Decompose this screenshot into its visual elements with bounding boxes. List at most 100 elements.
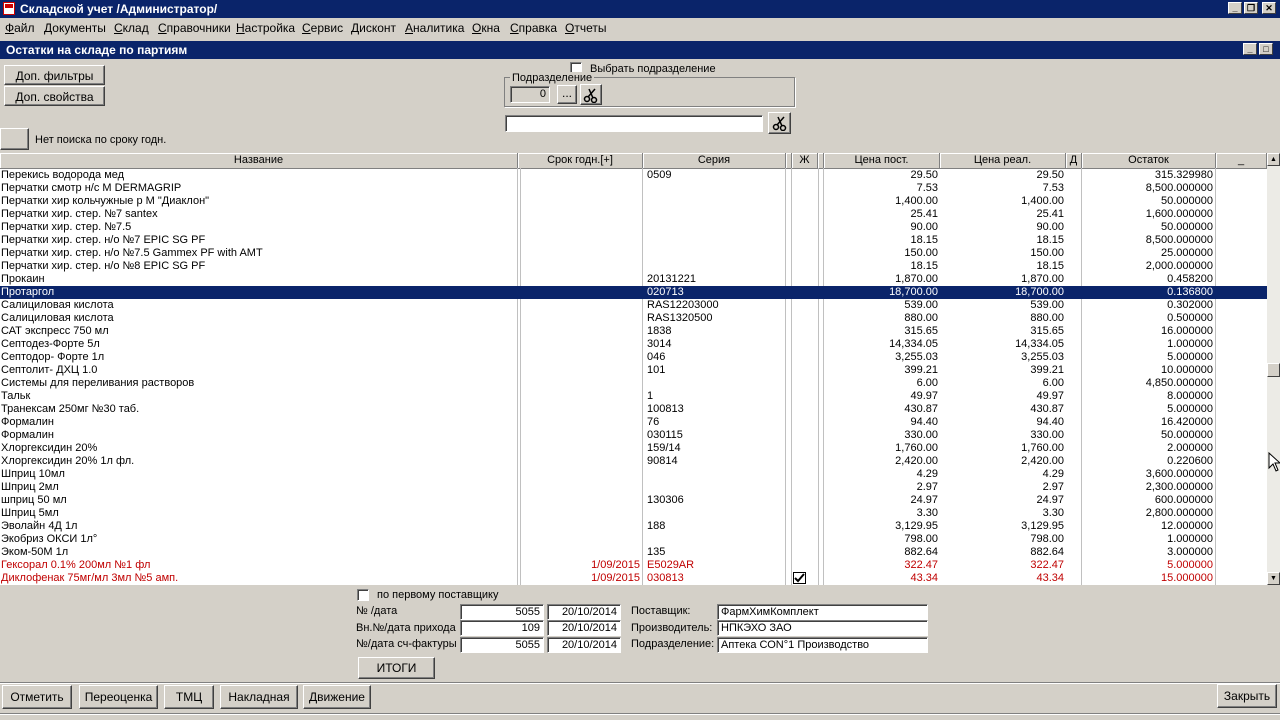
table-row[interactable]: Гексорал 0.1% 200мл №1 фл 1/09/2015 E5029A… bbox=[0, 559, 1267, 572]
scroll-up-arrow-icon[interactable]: ▲ bbox=[1267, 153, 1280, 166]
extra-filters-button[interactable]: Доп. фильтры bbox=[4, 65, 105, 85]
column-header-series[interactable]: Серия bbox=[643, 153, 786, 168]
stock-grid[interactable]: Название Срок годн.[+] Серия Ж Цена пост… bbox=[0, 153, 1267, 585]
menu-help[interactable]: Справка bbox=[510, 21, 557, 35]
table-row[interactable]: Шприц 10мл 4.29 4.29 3,600.000000 bbox=[0, 468, 1267, 481]
close-window-button[interactable]: ✕ bbox=[1262, 2, 1276, 14]
revaluation-button[interactable]: Переоценка bbox=[79, 685, 158, 709]
table-row[interactable]: Септолит- ДХЦ 1.0 101 399.21 399.21 10.00000… bbox=[0, 364, 1267, 377]
inner-number-field[interactable]: 109 bbox=[460, 620, 544, 636]
column-header-zh[interactable]: Ж bbox=[792, 153, 818, 168]
menu-warehouse[interactable]: Склад bbox=[114, 21, 149, 35]
minimize-button[interactable]: _ bbox=[1228, 2, 1242, 14]
cell-series bbox=[647, 221, 783, 234]
search-input[interactable] bbox=[505, 115, 763, 132]
table-row[interactable]: Хлоргексидин 20% 159/14 1,760.00 1,760.00 2.… bbox=[0, 442, 1267, 455]
maximize-button[interactable]: ❐ bbox=[1244, 2, 1258, 14]
cell-name: Перекись водорода мед bbox=[1, 169, 125, 181]
doc-number-field[interactable]: 5055 bbox=[460, 604, 544, 620]
expiry-search-toggle[interactable] bbox=[0, 128, 29, 150]
menu-analytics[interactable]: Аналитика bbox=[405, 21, 464, 35]
table-row[interactable]: Перчатки хир кольчужные р M "Диаклон" 1,4… bbox=[0, 195, 1267, 208]
cell-name: Перчатки смотр н/с M DERMAGRIP bbox=[1, 182, 182, 194]
menu-service[interactable]: Сервис bbox=[302, 21, 343, 35]
menu-documents[interactable]: Документы bbox=[44, 21, 106, 35]
table-row[interactable]: Транексам 250мг №30 таб. 100813 430.87 430.… bbox=[0, 403, 1267, 416]
table-row[interactable]: Формалин 030115 330.00 330.00 50.000000 bbox=[0, 429, 1267, 442]
extra-properties-button[interactable]: Доп. свойства bbox=[4, 86, 105, 106]
maker-field[interactable]: НПКЭХО ЗАО bbox=[717, 620, 928, 636]
table-row[interactable]: Салициловая кислота RAS12203000 539.00 539.… bbox=[0, 299, 1267, 312]
table-row[interactable]: Шприц 2мл 2.97 2.97 2,300.000000 bbox=[0, 481, 1267, 494]
table-row[interactable]: Перчатки хир. стер. н/о №8 EPIC SG PF 18.… bbox=[0, 260, 1267, 273]
cell-rest: 1.000000 bbox=[1167, 533, 1213, 545]
cell-price-in: 4.29 bbox=[916, 468, 938, 480]
cell-series: 20131221 bbox=[647, 273, 696, 285]
division-field[interactable]: Аптека СОN°1 Производство bbox=[717, 637, 928, 653]
column-header-expiry[interactable]: Срок годн.[+] bbox=[518, 153, 643, 168]
table-row[interactable]: Септодез-Форте 5л 3014 14,334.05 14,334.05 1… bbox=[0, 338, 1267, 351]
column-header-price-out[interactable]: Цена реал. bbox=[940, 153, 1066, 168]
cell-rest: 5.000000 bbox=[1167, 559, 1213, 571]
cell-expiry bbox=[521, 546, 640, 559]
table-row[interactable]: Салициловая кислота RAS1320500 880.00 880.0… bbox=[0, 312, 1267, 325]
division-code-field[interactable]: 0 bbox=[510, 86, 550, 103]
cell-rest: 3,600.000000 bbox=[1145, 468, 1213, 480]
table-row[interactable]: Перекись водорода мед 0509 29.50 29.50 315.3… bbox=[0, 169, 1267, 182]
column-header-d[interactable]: Д bbox=[1066, 153, 1082, 168]
table-row[interactable]: Системы для переливания растворов 6.00 6.0… bbox=[0, 377, 1267, 390]
table-row[interactable]: Шприц 5мл 3.30 3.30 2,800.000000 bbox=[0, 507, 1267, 520]
table-row[interactable]: шприц 50 мл 130306 24.97 24.97 600.000000 bbox=[0, 494, 1267, 507]
grid-vertical-scrollbar[interactable]: ▲ ▼ bbox=[1267, 153, 1280, 585]
cell-expiry bbox=[521, 247, 640, 260]
column-header-extra[interactable]: _ bbox=[1216, 153, 1267, 168]
column-header-rest[interactable]: Остаток bbox=[1082, 153, 1216, 168]
table-row[interactable]: Протаргол 020713 18,700.00 18,700.00 0.13680… bbox=[0, 286, 1267, 299]
table-row[interactable]: Хлоргексидин 20% 1л фл. 90814 2,420.00 2,42… bbox=[0, 455, 1267, 468]
invoice-number-field[interactable]: 5055 bbox=[460, 637, 544, 653]
scroll-thumb[interactable] bbox=[1267, 363, 1280, 377]
inner-date-field[interactable]: 20/10/2014 bbox=[547, 620, 621, 636]
table-row[interactable]: Перчатки смотр н/с M DERMAGRIP 7.53 7.53 8,… bbox=[0, 182, 1267, 195]
close-button[interactable]: Закрыть bbox=[1217, 684, 1277, 708]
table-row[interactable]: Септодор- Форте 1л 046 3,255.03 3,255.03 5.0… bbox=[0, 351, 1267, 364]
table-row[interactable]: Прокаин 20131221 1,870.00 1,870.00 0.458200 bbox=[0, 273, 1267, 286]
doc-date-field[interactable]: 20/10/2014 bbox=[547, 604, 621, 620]
table-row[interactable]: Эком-50М 1л 135 882.64 882.64 3.000000 bbox=[0, 546, 1267, 559]
movement-button[interactable]: Движение bbox=[303, 685, 371, 709]
table-row[interactable]: Экобриз ОКСИ 1л° 798.00 798.00 1.000000 bbox=[0, 533, 1267, 546]
menu-discount[interactable]: Дисконт bbox=[351, 21, 396, 35]
totals-button[interactable]: ИТОГИ bbox=[358, 657, 435, 679]
menu-windows[interactable]: Окна bbox=[472, 21, 500, 35]
table-row[interactable]: Тальк 1 49.97 49.97 8.000000 bbox=[0, 390, 1267, 403]
first-supplier-checkbox[interactable] bbox=[357, 589, 369, 601]
child-minimize-button[interactable]: _ bbox=[1243, 43, 1257, 55]
table-row[interactable]: Формалин 76 94.40 94.40 16.420000 bbox=[0, 416, 1267, 429]
cell-price-in: 880.00 bbox=[904, 312, 938, 324]
search-clear-button[interactable] bbox=[768, 112, 791, 134]
menu-references[interactable]: Справочники bbox=[158, 21, 231, 35]
menu-file[interactable]: Файл bbox=[5, 21, 35, 35]
table-row[interactable]: Перчатки хир. стер. н/о №7.5 Gammex PF w… bbox=[0, 247, 1267, 260]
table-row[interactable]: Эволайн 4Д 1л 188 3,129.95 3,129.95 12.00000… bbox=[0, 520, 1267, 533]
division-browse-button[interactable]: ... bbox=[557, 85, 577, 104]
cell-price-out: 4.29 bbox=[1042, 468, 1064, 480]
table-row[interactable]: Перчатки хир. стер. №7 santex 25.41 25.41 1… bbox=[0, 208, 1267, 221]
table-row[interactable]: Перчатки хир. стер. №7.5 90.00 90.00 50.000… bbox=[0, 221, 1267, 234]
invoice-date-field[interactable]: 20/10/2014 bbox=[547, 637, 621, 653]
waybill-button[interactable]: Накладная bbox=[220, 685, 298, 709]
child-maximize-button[interactable]: □ bbox=[1259, 43, 1273, 55]
tmc-button[interactable]: ТМЦ bbox=[164, 685, 214, 709]
menu-reports[interactable]: Отчеты bbox=[565, 21, 607, 35]
menu-settings[interactable]: Настройка bbox=[236, 21, 295, 35]
supplier-field[interactable]: ФармХимКомплект bbox=[717, 604, 928, 620]
table-row[interactable]: Диклофенак 75мг/мл 3мл №5 амп. 1/09/2015 0… bbox=[0, 572, 1267, 585]
division-clear-button[interactable] bbox=[580, 84, 602, 105]
table-row[interactable]: Перчатки хир. стер. н/о №7 EPIC SG PF 18.… bbox=[0, 234, 1267, 247]
mark-button[interactable]: Отметить bbox=[2, 685, 72, 709]
table-row[interactable]: САТ экспресс 750 мл 1838 315.65 315.65 16.00… bbox=[0, 325, 1267, 338]
column-header-name[interactable]: Название bbox=[0, 153, 518, 168]
scroll-down-arrow-icon[interactable]: ▼ bbox=[1267, 572, 1280, 585]
zh-checkbox[interactable] bbox=[793, 572, 806, 584]
column-header-price-in[interactable]: Цена пост. bbox=[824, 153, 940, 168]
